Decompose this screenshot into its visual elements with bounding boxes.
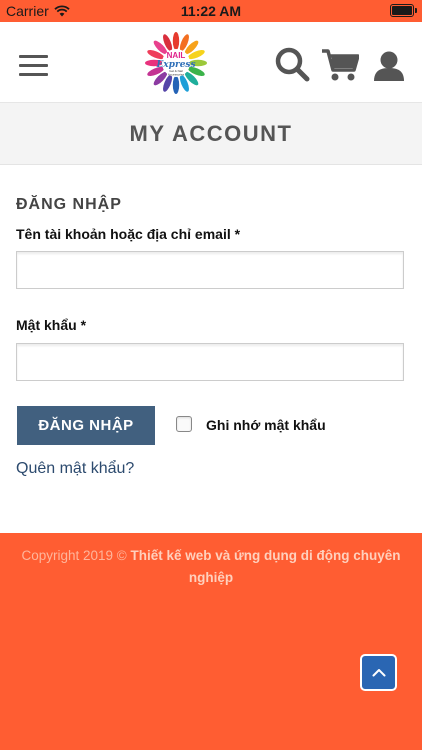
chevron-up-icon bbox=[372, 669, 385, 677]
copyright-link[interactable]: Thiết kế web và ứng dụng di động chuyên … bbox=[130, 548, 400, 585]
remember-me-checkbox[interactable] bbox=[176, 416, 192, 432]
site-footer: Copyright 2019 © Thiết kế web và ứng dụn… bbox=[0, 533, 422, 750]
page-title: MY ACCOUNT bbox=[129, 120, 293, 146]
login-heading: ĐĂNG NHẬP bbox=[16, 196, 122, 213]
user-icon[interactable] bbox=[373, 50, 405, 82]
username-input[interactable] bbox=[16, 251, 404, 289]
forgot-password-link[interactable]: Quên mật khẩu? bbox=[16, 460, 134, 478]
battery-icon bbox=[390, 4, 417, 17]
login-button[interactable]: ĐĂNG NHẬP bbox=[17, 406, 155, 445]
page-title-band: MY ACCOUNT bbox=[0, 103, 422, 165]
svg-text:Accessories: Accessories bbox=[168, 73, 185, 77]
password-input[interactable] bbox=[16, 343, 404, 381]
username-label: Tên tài khoản hoặc địa chỉ email * bbox=[16, 226, 241, 242]
nail-express-logo[interactable]: NAIL Express Gel & Nail Accessories bbox=[141, 31, 211, 95]
remember-me-label[interactable]: Ghi nhớ mật khẩu bbox=[206, 417, 326, 433]
hamburger-menu-icon[interactable] bbox=[19, 55, 48, 77]
copyright-text: Copyright 2019 © Thiết kế web và ứng dụn… bbox=[16, 545, 406, 589]
cart-icon[interactable] bbox=[321, 48, 359, 82]
back-to-top-button[interactable] bbox=[360, 654, 397, 691]
battery-indicator bbox=[390, 4, 417, 17]
copyright-prefix: Copyright 2019 © bbox=[21, 548, 127, 563]
search-icon[interactable] bbox=[274, 46, 310, 82]
site-header: NAIL Express Gel & Nail Accessories bbox=[0, 22, 422, 103]
login-form-section: ĐĂNG NHẬP Tên tài khoản hoặc địa chỉ ema… bbox=[0, 165, 422, 533]
svg-text:NAIL: NAIL bbox=[167, 51, 186, 60]
status-bar: Carrier 11:22 AM bbox=[0, 0, 422, 22]
password-label: Mật khẩu * bbox=[16, 317, 87, 333]
status-time: 11:22 AM bbox=[180, 3, 242, 19]
